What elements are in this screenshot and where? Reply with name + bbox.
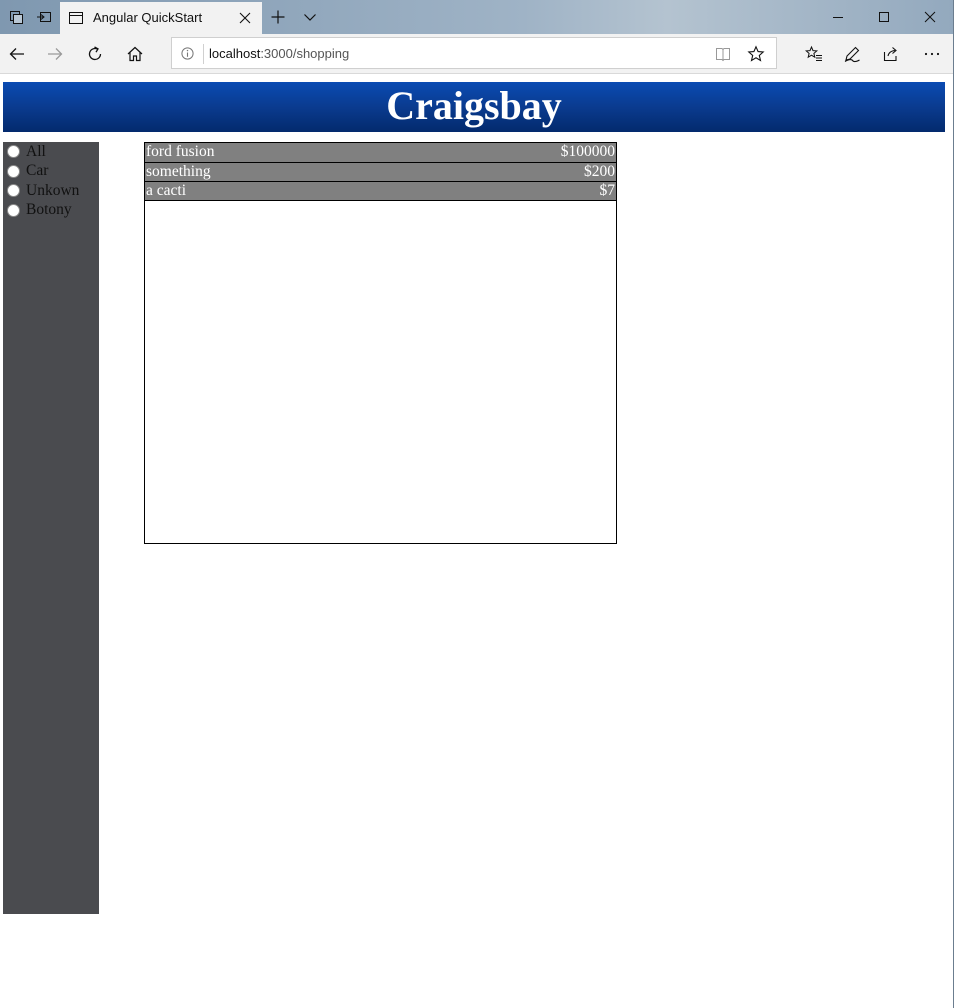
radio-button[interactable] bbox=[7, 203, 20, 217]
close-tab-icon[interactable] bbox=[236, 9, 254, 27]
site-header: Craigsbay bbox=[3, 82, 945, 132]
item-name: ford fusion bbox=[146, 143, 215, 160]
category-label: Unkown bbox=[26, 181, 80, 199]
browser-window: Angular QuickStart localhost:3000/shoppi… bbox=[0, 0, 954, 1008]
set-tabs-aside-icon[interactable] bbox=[28, 0, 60, 34]
category-option-botony[interactable]: Botony bbox=[3, 201, 99, 221]
url-text[interactable]: localhost:3000/shopping bbox=[209, 46, 349, 61]
item-name: a cacti bbox=[146, 182, 187, 199]
list-item[interactable]: something $200 bbox=[145, 162, 616, 182]
category-label: Botony bbox=[26, 201, 72, 219]
category-option-all[interactable]: All bbox=[3, 142, 99, 162]
item-price: $100000 bbox=[560, 143, 615, 160]
category-label: All bbox=[26, 142, 46, 160]
category-label: Car bbox=[26, 162, 49, 180]
category-option-unkown[interactable]: Unkown bbox=[3, 181, 99, 201]
more-options-icon[interactable] bbox=[915, 38, 949, 70]
tab-bar: Angular QuickStart bbox=[0, 0, 953, 34]
site-info-icon[interactable] bbox=[180, 46, 194, 60]
refresh-icon[interactable] bbox=[78, 38, 112, 70]
share-icon[interactable] bbox=[874, 38, 908, 70]
favorites-hub-icon[interactable] bbox=[797, 38, 831, 70]
radio-button[interactable] bbox=[7, 164, 20, 178]
maximize-icon[interactable] bbox=[861, 0, 907, 34]
reading-view-icon[interactable] bbox=[715, 46, 731, 67]
back-arrow-icon[interactable] bbox=[0, 38, 34, 70]
category-option-car[interactable]: Car bbox=[3, 162, 99, 182]
item-price: $7 bbox=[599, 182, 616, 199]
web-note-pen-icon[interactable] bbox=[835, 38, 869, 70]
tab-title: Angular QuickStart bbox=[93, 10, 203, 25]
favorite-star-icon[interactable] bbox=[747, 45, 765, 68]
url-host: localhost bbox=[209, 46, 261, 61]
list-item[interactable]: a cacti $7 bbox=[145, 181, 616, 201]
navigation-bar: localhost:3000/shopping bbox=[0, 34, 953, 74]
url-path: :3000/shopping bbox=[260, 46, 350, 61]
home-icon[interactable] bbox=[118, 38, 152, 70]
item-price: $200 bbox=[584, 163, 615, 180]
address-bar[interactable]: localhost:3000/shopping bbox=[171, 37, 777, 69]
item-listing: ford fusion $100000 something $200 a cac… bbox=[144, 142, 617, 544]
site-title: Craigsbay bbox=[386, 83, 562, 128]
list-item[interactable]: ford fusion $100000 bbox=[145, 143, 616, 163]
forward-arrow-icon[interactable] bbox=[38, 38, 72, 70]
tab-angular-quickstart[interactable]: Angular QuickStart bbox=[60, 2, 262, 34]
new-tab-icon[interactable] bbox=[262, 0, 294, 34]
radio-button[interactable] bbox=[7, 145, 20, 159]
address-separator bbox=[203, 44, 204, 64]
page-icon bbox=[68, 10, 84, 31]
item-name: something bbox=[146, 163, 211, 180]
radio-button[interactable] bbox=[7, 184, 20, 198]
tab-preview-chevron-icon[interactable] bbox=[294, 0, 326, 34]
minimize-icon[interactable] bbox=[815, 0, 861, 34]
close-window-icon[interactable] bbox=[907, 0, 953, 34]
category-sidebar: All Car Unkown Botony bbox=[3, 142, 99, 914]
